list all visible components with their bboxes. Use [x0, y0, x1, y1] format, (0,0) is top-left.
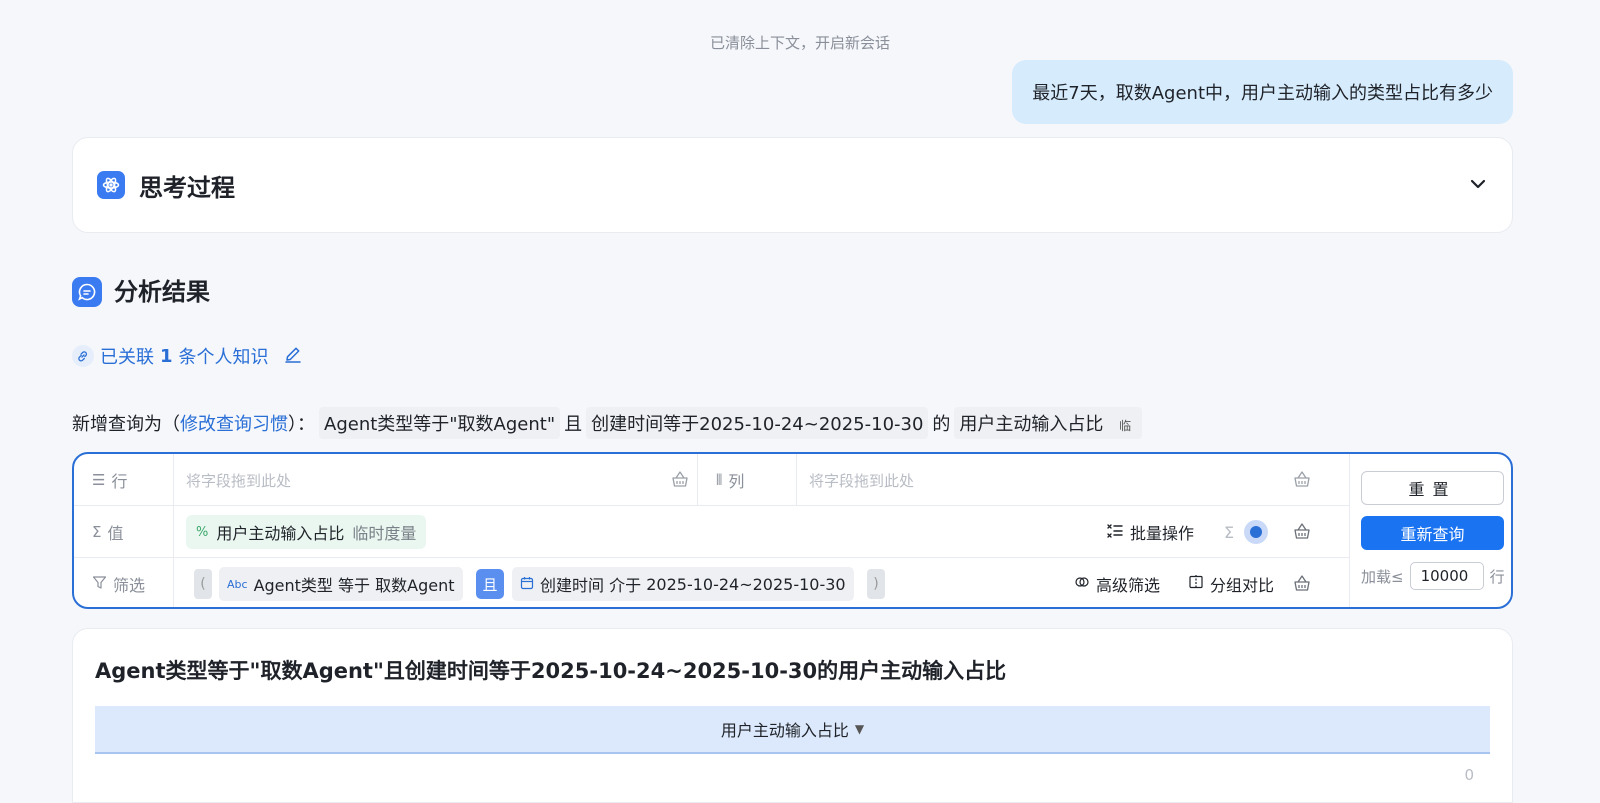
query-prefix: 新增查询为（	[72, 414, 180, 435]
reset-button[interactable]: 重置	[1361, 471, 1504, 505]
basket-icon[interactable]	[1292, 573, 1312, 597]
condition-chip-agent-type: Agent类型等于"取数Agent"	[319, 407, 561, 439]
sigma-add-icon[interactable]: Σ	[1224, 506, 1234, 558]
knowledge-suffix: 条个人知识	[178, 347, 269, 368]
sigma-icon: Σ	[92, 523, 102, 541]
knowledge-count: 1	[160, 345, 173, 367]
load-suffix: 行	[1489, 567, 1505, 586]
filter2-field: 创建时间	[540, 576, 605, 595]
measure-icon: %	[196, 524, 209, 540]
link-icon	[72, 345, 94, 367]
advanced-filter-button[interactable]: 高级筛选	[1074, 558, 1161, 607]
of-word: 的	[932, 414, 951, 435]
rows-icon: ☰	[92, 471, 106, 489]
overlap-circles-icon	[1074, 574, 1090, 594]
filter1-op: 等于	[338, 576, 371, 595]
advanced-filter-label: 高级筛选	[1096, 576, 1161, 595]
filters-label-text: 筛选	[113, 576, 146, 595]
filter-chip-agent-type[interactable]: Abc Agent类型 等于 取数Agent	[219, 567, 463, 601]
rows-columns-row: ☰ 行 将字段拖到此处 ⫴ 列 将字段拖到此处	[74, 454, 1349, 506]
value-chip-name: 用户主动输入占比	[216, 524, 345, 543]
query-builder: ☰ 行 将字段拖到此处 ⫴ 列 将字段拖到此处 Σ 值 % 用户主动输入占比 临…	[72, 452, 1513, 609]
filters-label: 筛选	[74, 558, 174, 607]
value-chip-sub: 临时度量	[352, 524, 417, 543]
filter2-value: 2025-10-24~2025-10-30	[646, 574, 846, 594]
context-cleared-note: 已清除上下文，开启新会话	[709, 34, 890, 52]
load-limit-input[interactable]	[1409, 562, 1484, 590]
load-prefix: 加载≤	[1361, 567, 1404, 586]
filter-chip-created-time[interactable]: 创建时间 介于 2025-10-24~2025-10-30	[512, 567, 854, 601]
filter2-op: 介于	[609, 576, 642, 595]
rows-label-text: 行	[111, 472, 128, 491]
batch-operation-button[interactable]: 批量操作	[1106, 506, 1194, 558]
user-message-text: 最近7天，取数Agent中，用户主动输入的类型占比有多少	[1032, 83, 1493, 104]
load-limit: 加载≤ 行	[1361, 562, 1505, 590]
chat-bubble-icon	[72, 277, 102, 307]
analysis-result-title: 分析结果	[114, 278, 210, 306]
basket-icon[interactable]	[1292, 521, 1312, 545]
sort-caret-icon[interactable]: ▼	[855, 722, 864, 736]
filter1-field: Agent类型	[253, 576, 333, 595]
calendar-icon	[520, 575, 534, 594]
thinking-process-panel[interactable]: 思考过程	[72, 137, 1513, 233]
batch-operation-label: 批量操作	[1130, 524, 1195, 543]
basket-icon[interactable]	[670, 469, 690, 493]
filter1-value: 取数Agent	[375, 576, 455, 595]
temporary-tag: 临	[1113, 417, 1138, 435]
basket-icon[interactable]	[1292, 469, 1312, 493]
batch-icon	[1106, 521, 1124, 543]
table-header-cell[interactable]: 用户主动输入占比 ▼	[95, 706, 1490, 754]
query-suffix: ）：	[288, 414, 315, 435]
filters-row: 筛选 ( Abc Agent类型 等于 取数Agent 且 创建时间 介于 20…	[74, 558, 1349, 607]
result-card: Agent类型等于"取数Agent"且创建时间等于2025-10-24~2025…	[72, 628, 1513, 803]
condition-chip-created-time: 创建时间等于2025-10-24~2025-10-30	[586, 407, 929, 439]
group-compare-button[interactable]: 分组对比	[1188, 558, 1275, 607]
chevron-down-icon[interactable]	[1468, 174, 1488, 198]
open-paren[interactable]: (	[194, 569, 212, 599]
values-row: Σ 值 % 用户主动输入占比 临时度量 批量操作 Σ	[74, 506, 1349, 558]
modify-query-habit-link[interactable]: 修改查询习惯	[180, 410, 288, 436]
user-message-bubble: 最近7天，取数Agent中，用户主动输入的类型占比有多少	[1012, 60, 1513, 124]
columns-label-text: 列	[728, 472, 745, 491]
edit-icon[interactable]	[283, 344, 303, 369]
toggle-dot-icon[interactable]	[1244, 520, 1268, 544]
query-description: 新增查询为（ 修改查询习惯 ）： Agent类型等于"取数Agent" 且 创建…	[72, 407, 1146, 439]
result-title: Agent类型等于"取数Agent"且创建时间等于2025-10-24~2025…	[95, 659, 1007, 683]
close-paren[interactable]: )	[867, 569, 885, 599]
values-label: Σ 值	[74, 506, 174, 558]
knowledge-prefix: 已关联	[100, 347, 154, 368]
thinking-title: 思考过程	[139, 173, 235, 202]
columns-label: ⫴ 列	[697, 454, 797, 506]
atom-icon	[97, 171, 125, 199]
value-chip[interactable]: % 用户主动输入占比 临时度量	[186, 515, 427, 549]
table-cell-value: 0	[1464, 766, 1474, 784]
measure-chip: 用户主动输入占比 临	[954, 407, 1143, 439]
columns-icon: ⫴	[716, 471, 723, 489]
values-label-text: 值	[107, 524, 124, 543]
and-word: 且	[564, 414, 583, 435]
compare-icon	[1188, 574, 1204, 594]
rows-label: ☰ 行	[74, 454, 174, 506]
rows-dropzone[interactable]: 将字段拖到此处	[186, 470, 291, 491]
group-compare-label: 分组对比	[1210, 576, 1275, 595]
requery-button[interactable]: 重新查询	[1361, 516, 1504, 550]
columns-dropzone[interactable]: 将字段拖到此处	[809, 470, 914, 491]
linked-knowledge[interactable]: 已关联 1 条个人知识	[72, 343, 303, 369]
and-operator-chip[interactable]: 且	[476, 569, 504, 599]
builder-side-controls: 重置 重新查询 加载≤ 行	[1349, 454, 1511, 607]
column-header-label: 用户主动输入占比	[720, 721, 849, 740]
measure-name: 用户主动输入占比	[959, 414, 1104, 435]
filter-icon	[92, 575, 107, 594]
text-field-icon: Abc	[227, 577, 248, 591]
